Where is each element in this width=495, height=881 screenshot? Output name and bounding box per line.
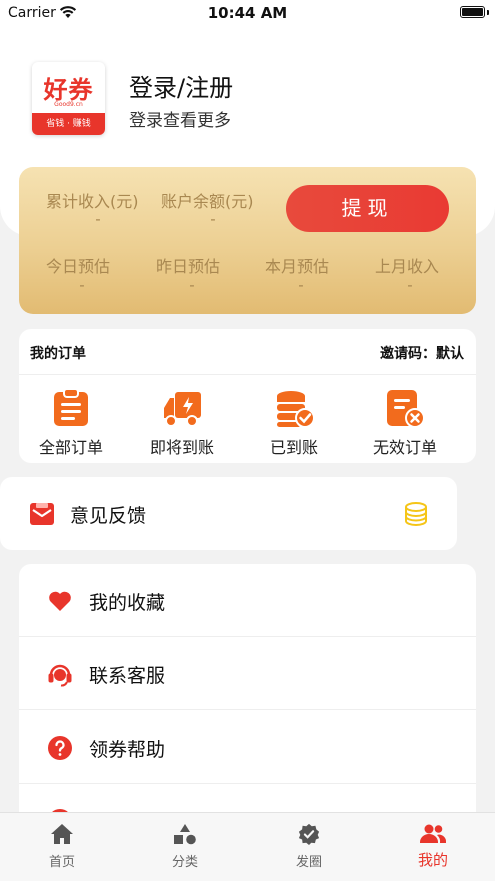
orders-title: 我的订单	[30, 346, 86, 362]
logo-sub-text: Good9.cn	[54, 101, 83, 108]
tab-mine[interactable]: 我的	[388, 823, 478, 870]
coupon-help-label: 领券帮助	[89, 739, 166, 761]
total-income-value: -	[95, 210, 101, 228]
battery-icon	[460, 6, 485, 18]
divider	[19, 374, 476, 375]
estimate-value-today: -	[79, 276, 85, 294]
mail-icon	[30, 503, 54, 525]
clipboard-icon	[54, 388, 88, 426]
menu-card: 我的收藏 联系客服 领券帮助	[19, 564, 476, 824]
withdraw-button[interactable]: 提现	[286, 185, 449, 232]
estimate-label-today: 今日预估	[46, 257, 111, 276]
tab-home[interactable]: 首页	[17, 823, 107, 870]
order-invalid-button[interactable]: 无效订单	[350, 388, 460, 458]
total-income-label: 累计收入(元)	[46, 192, 139, 211]
order-all-button[interactable]: 全部订单	[16, 388, 126, 458]
badge-check-icon	[298, 823, 320, 845]
coin-stack-icon	[405, 502, 427, 526]
estimate-label-last-month: 上月收入	[375, 257, 440, 276]
login-subtitle: 登录查看更多	[129, 111, 231, 131]
favorites-label: 我的收藏	[89, 592, 166, 614]
estimate-label-yesterday: 昨日预估	[156, 257, 221, 276]
estimate-label-month: 本月预估	[265, 257, 330, 276]
login-register-link[interactable]: 登录/注册	[129, 68, 233, 103]
tab-bar: 首页 分类 发圈 我的	[0, 812, 495, 881]
users-icon	[420, 824, 447, 843]
favorites-row[interactable]: 我的收藏	[19, 564, 476, 637]
invite-code-label[interactable]: 邀请码：默认	[380, 343, 464, 363]
customer-service-row[interactable]: 联系客服	[19, 637, 476, 710]
order-invalid-label: 无效订单	[372, 438, 437, 457]
status-time: 10:44 AM	[207, 4, 288, 22]
tab-categories-label: 分类	[171, 855, 198, 870]
logo-strip-text: 省钱 · 赚钱	[32, 113, 105, 135]
feedback-row[interactable]: 意见反馈	[0, 477, 457, 550]
order-pending-button[interactable]: 即将到账	[127, 388, 237, 458]
shapes-icon	[174, 824, 196, 845]
balance-label: 账户余额(元)	[161, 192, 254, 211]
tab-moments[interactable]: 发圈	[264, 823, 354, 870]
headset-icon	[48, 664, 72, 687]
estimate-value-last-month: -	[407, 276, 413, 294]
tab-mine-label: 我的	[417, 851, 448, 869]
orders-card: 我的订单 邀请码：默认 全部订单 即将到账 已到账 无效订单	[19, 329, 476, 463]
feedback-label: 意见反馈	[70, 505, 147, 527]
question-icon	[48, 736, 72, 760]
logo-main-text: 好券	[43, 76, 94, 104]
tab-moments-label: 发圈	[295, 855, 322, 870]
order-all-label: 全部订单	[38, 438, 103, 457]
customer-service-label: 联系客服	[89, 665, 166, 687]
estimate-value-yesterday: -	[189, 276, 195, 294]
order-received-button[interactable]: 已到账	[239, 388, 349, 458]
estimate-value-month: -	[298, 276, 304, 294]
divider	[19, 709, 476, 710]
coupon-help-row[interactable]: 领券帮助	[19, 711, 476, 784]
order-received-label: 已到账	[269, 438, 318, 457]
heart-icon	[49, 591, 71, 611]
coins-check-icon	[277, 391, 315, 428]
home-icon	[51, 824, 73, 844]
tab-categories[interactable]: 分类	[140, 823, 230, 870]
order-pending-label: 即将到账	[149, 438, 214, 457]
invalid-doc-icon	[387, 390, 425, 428]
truck-icon	[164, 392, 201, 427]
balance-value: -	[210, 210, 216, 228]
status-bar: Carrier 10:44 AM	[0, 0, 495, 26]
app-logo: 好券 Good9.cn 省钱 · 赚钱	[32, 62, 105, 135]
tab-home-label: 首页	[48, 855, 75, 870]
